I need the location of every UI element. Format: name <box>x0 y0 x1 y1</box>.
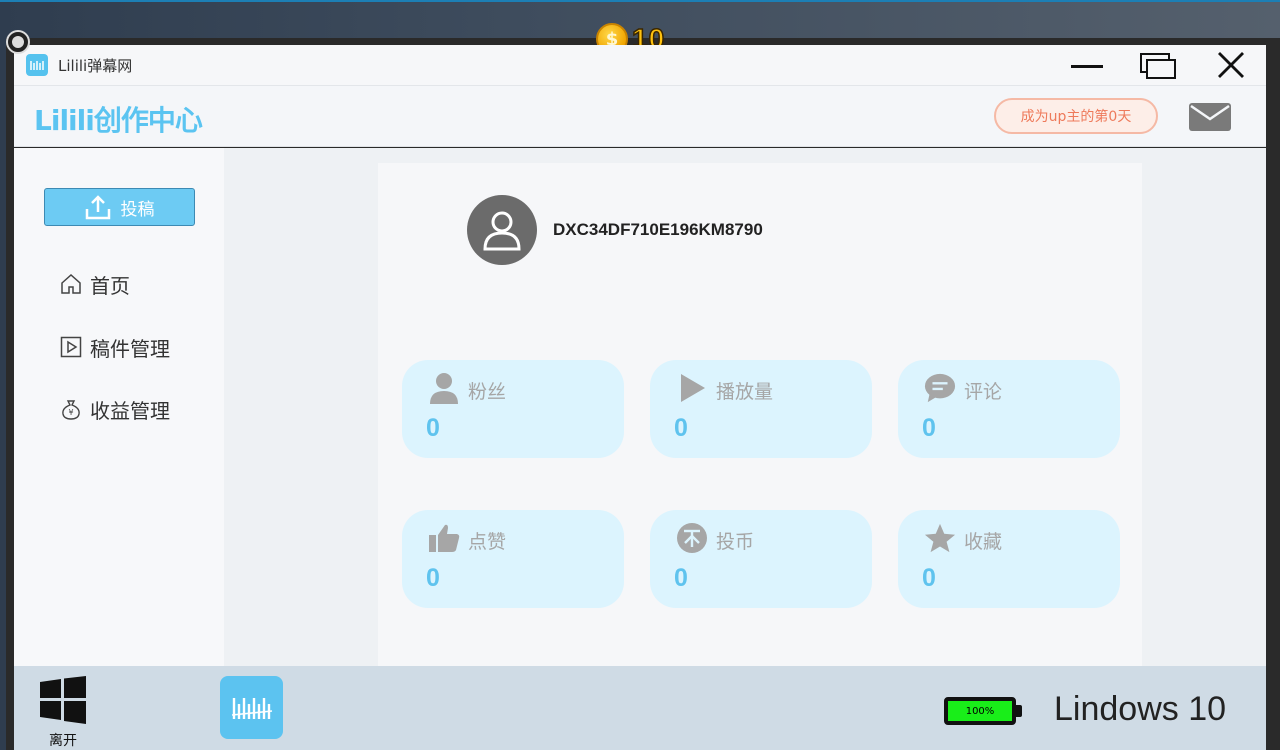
user-icon <box>483 211 521 251</box>
stat-value: 0 <box>922 564 936 592</box>
desktop-top-line <box>0 0 1280 2</box>
mail-icon <box>1189 103 1231 131</box>
stat-value: 0 <box>674 414 688 442</box>
start-label: 离开 <box>49 733 77 749</box>
stat-card-likes: 点赞 0 <box>402 510 624 608</box>
app-logo-icon <box>26 54 48 76</box>
start-button[interactable]: 离开 <box>38 676 88 749</box>
window-titlebar: Lilili弹幕网 <box>14 45 1266 85</box>
avatar[interactable] <box>467 195 537 265</box>
upload-button[interactable]: 投稿 <box>44 188 195 226</box>
svg-text:¥: ¥ <box>68 408 73 417</box>
play-icon <box>676 372 708 404</box>
taskbar-lilili-app[interactable] <box>220 676 283 739</box>
money-bag-icon: ¥ <box>62 400 80 420</box>
window-title: Lilili弹幕网 <box>58 57 133 75</box>
stat-value: 0 <box>426 564 440 592</box>
upload-icon <box>85 195 110 220</box>
stat-value: 0 <box>922 414 936 442</box>
app-header: Lilili创作中心 成为up主的第0天 <box>14 85 1266 147</box>
window-drag-handle[interactable] <box>6 30 30 54</box>
up-days-badge[interactable]: 成为up主的第0天 <box>994 98 1158 134</box>
stat-value: 0 <box>426 414 440 442</box>
stat-card-fans: 粉丝 0 <box>402 360 624 458</box>
stat-card-comments: 评论 0 <box>898 360 1120 458</box>
battery-tip <box>1016 705 1022 717</box>
battery-fill: 100% <box>948 701 1012 721</box>
stat-label: 播放量 <box>716 381 774 403</box>
coin-icon <box>676 522 708 554</box>
taskbar: 离开 100% Lindows 10 <box>14 666 1266 750</box>
stat-label: 投币 <box>716 531 755 553</box>
close-button[interactable] <box>1204 47 1258 83</box>
stat-value: 0 <box>674 564 688 592</box>
star-icon <box>924 522 956 554</box>
stat-card-plays: 播放量 0 <box>650 360 872 458</box>
windows-logo-icon <box>40 676 86 724</box>
sidebar-item-earnings[interactable]: ¥ 收益管理 <box>60 394 170 424</box>
sidebar-item-home[interactable]: 首页 <box>60 269 130 299</box>
home-icon <box>61 273 81 294</box>
username: DXC34DF710E196KM8790 <box>553 220 763 239</box>
app-logo-icon <box>231 697 272 719</box>
stat-card-favorites: 收藏 0 <box>898 510 1120 608</box>
upload-label: 投稿 <box>120 199 155 220</box>
comment-icon <box>924 372 956 404</box>
minimize-button[interactable] <box>1060 47 1114 83</box>
close-icon <box>1218 52 1244 78</box>
sidebar-item-manuscripts[interactable]: 稿件管理 <box>60 332 170 362</box>
sidebar-item-label: 稿件管理 <box>90 336 170 361</box>
fans-icon <box>428 372 460 404</box>
stat-label: 点赞 <box>468 531 507 553</box>
os-name: Lindows 10 <box>1054 690 1227 728</box>
stat-label: 评论 <box>964 381 1003 403</box>
sidebar-item-label: 收益管理 <box>90 398 170 423</box>
like-icon <box>428 522 460 554</box>
mail-button[interactable] <box>1189 103 1231 131</box>
stat-label: 收藏 <box>964 531 1003 553</box>
brand-title: Lilili创作中心 <box>34 104 203 137</box>
dashboard-panel: DXC34DF710E196KM8790 粉丝 0 播放量 0 评论 0 点赞 … <box>378 163 1142 666</box>
stat-card-coins: 投币 0 <box>650 510 872 608</box>
battery-indicator: 100% <box>944 697 1016 725</box>
sidebar: 投稿 首页 稿件管理 ¥ 收益管理 <box>14 148 224 666</box>
video-icon <box>60 336 82 358</box>
sidebar-item-label: 首页 <box>90 273 130 298</box>
stat-label: 粉丝 <box>468 381 507 403</box>
maximize-button[interactable] <box>1130 47 1184 83</box>
minimize-icon <box>1071 64 1103 68</box>
